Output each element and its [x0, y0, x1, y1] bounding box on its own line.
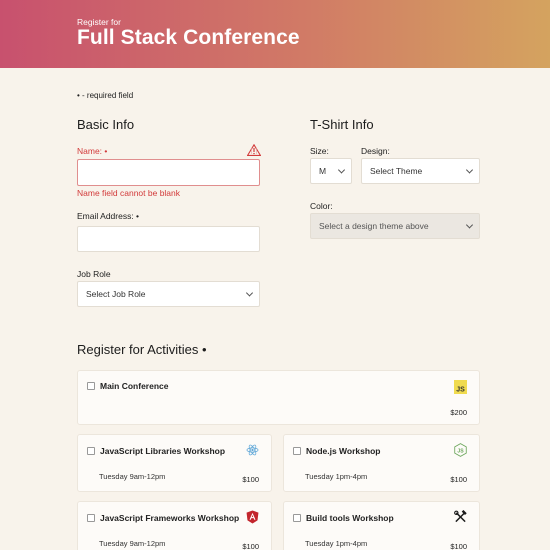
activity-name: JavaScript Libraries Workshop: [100, 446, 226, 456]
activity-card-nodejs[interactable]: Node.js Workshop JS Tuesday 1pm-4pm $100: [283, 434, 480, 492]
activity-card-js-frameworks[interactable]: JavaScript Frameworks Workshop Tuesday 9…: [77, 501, 272, 550]
svg-text:JS: JS: [457, 448, 464, 454]
design-select[interactable]: Select Theme: [361, 158, 480, 184]
activity-cost: $100: [242, 542, 259, 550]
design-label: Design:: [361, 146, 390, 156]
size-select[interactable]: M: [310, 158, 352, 184]
angular-icon: [246, 510, 259, 524]
email-input[interactable]: [77, 226, 260, 252]
activity-time: Tuesday 1pm-4pm: [305, 472, 368, 481]
job-role-selected: Select Job Role: [86, 289, 146, 299]
page-title: Full Stack Conference: [77, 26, 300, 49]
activity-card-main-conference[interactable]: Main Conference JS $200: [77, 370, 480, 425]
activity-time: Tuesday 9am-12pm: [99, 539, 166, 548]
name-error-message: Name field cannot be blank: [77, 188, 181, 198]
activity-checkbox[interactable]: [293, 447, 301, 455]
basic-info-heading: Basic Info: [77, 117, 135, 132]
name-input[interactable]: [77, 159, 260, 186]
color-selected: Select a design theme above: [319, 221, 429, 231]
chevron-down-icon: [465, 221, 474, 229]
activity-time: Tuesday 1pm-4pm: [305, 539, 368, 548]
activity-checkbox[interactable]: [87, 382, 95, 390]
chevron-down-icon: [337, 166, 346, 174]
size-selected: M: [319, 166, 327, 176]
tshirt-info-heading: T-Shirt Info: [310, 117, 374, 132]
activities-heading: Register for Activities •: [77, 342, 207, 357]
activity-name: Node.js Workshop: [306, 446, 381, 456]
activity-name: JavaScript Frameworks Workshop: [100, 513, 240, 523]
svg-text:JS: JS: [456, 387, 465, 394]
activity-checkbox[interactable]: [87, 447, 95, 455]
activity-cost: $200: [450, 408, 467, 417]
page-header: Register for Full Stack Conference: [0, 0, 550, 68]
job-role-label: Job Role: [77, 269, 111, 279]
tools-icon: [454, 510, 467, 523]
activity-card-js-libraries[interactable]: JavaScript Libraries Workshop Tuesday 9a…: [77, 434, 272, 492]
color-select[interactable]: Select a design theme above: [310, 213, 480, 239]
react-icon: [246, 444, 259, 456]
color-label: Color:: [310, 201, 333, 211]
activity-checkbox[interactable]: [293, 514, 301, 522]
size-label: Size:: [310, 146, 329, 156]
name-label: Name: •: [77, 146, 108, 156]
nodejs-icon: JS: [454, 443, 467, 457]
required-field-note: • - required field: [77, 91, 134, 100]
job-role-select[interactable]: Select Job Role: [77, 281, 260, 307]
activity-checkbox[interactable]: [87, 514, 95, 522]
js-icon: JS: [454, 380, 467, 394]
activity-card-build-tools[interactable]: Build tools Workshop Tuesday 1pm-4pm $10…: [283, 501, 480, 550]
warning-icon: [247, 144, 261, 156]
activity-cost: $100: [450, 475, 467, 484]
activity-time: Tuesday 9am-12pm: [99, 472, 166, 481]
chevron-down-icon: [245, 289, 254, 297]
activity-name: Build tools Workshop: [306, 513, 394, 523]
activity-cost: $100: [450, 542, 467, 550]
email-label: Email Address: •: [77, 211, 140, 221]
activity-name: Main Conference: [100, 381, 169, 391]
design-selected: Select Theme: [370, 166, 423, 176]
chevron-down-icon: [465, 166, 474, 174]
activity-cost: $100: [242, 475, 259, 484]
